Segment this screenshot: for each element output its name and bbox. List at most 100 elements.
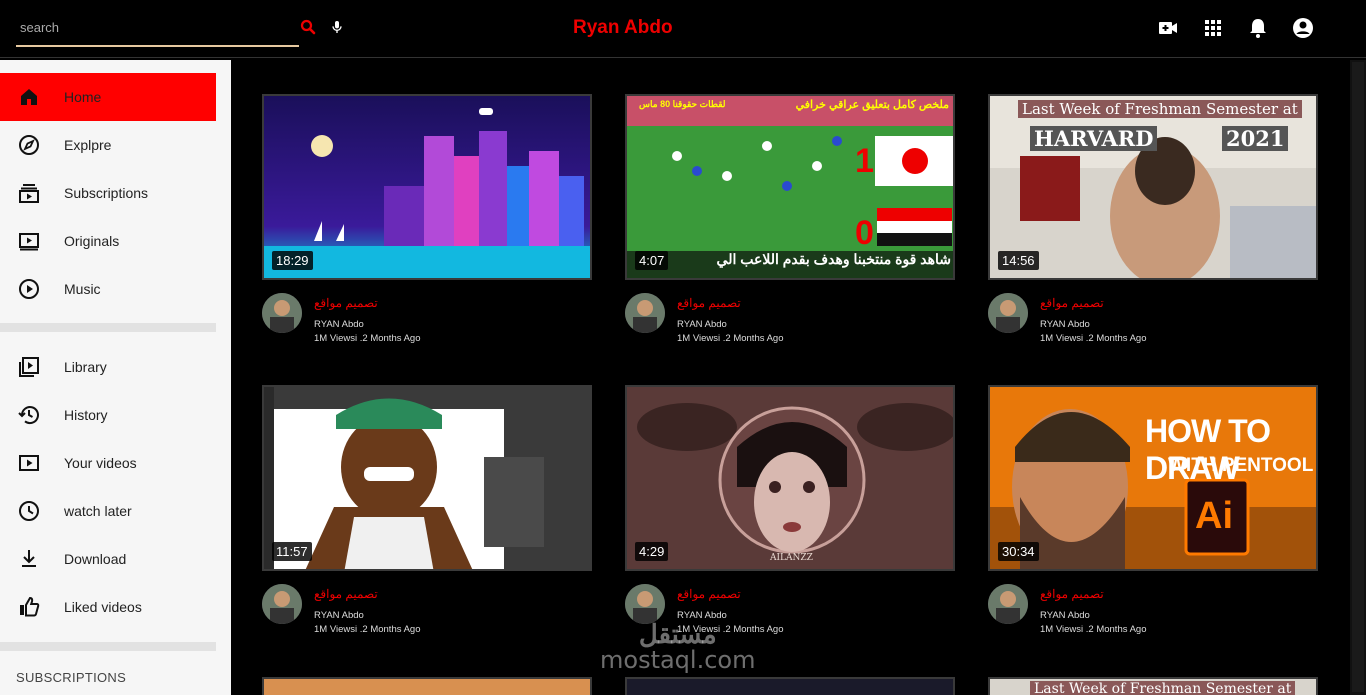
sidebar-divider (0, 642, 216, 651)
sidebar-item-your-videos[interactable]: Your videos (0, 439, 216, 487)
watermark-arabic: مستقل (638, 619, 717, 649)
thumb-caption-line1: Last Week of Freshman Semester at (1018, 100, 1302, 118)
channel-avatar[interactable] (262, 293, 302, 333)
video-card[interactable]: AILANZZ 4:29 تصميم مواقع RYAN Abdo 1M Vi… (625, 385, 955, 645)
video-card[interactable]: HOW TO DRAW WITH PENTOOL Ai 30:34 تصميم … (988, 385, 1318, 645)
video-thumbnail[interactable]: 11:57 (262, 385, 592, 571)
duration-badge: 4:29 (635, 542, 669, 561)
thumb-score-2: 0 (855, 214, 874, 252)
channel-avatar[interactable] (625, 293, 665, 333)
subscriptions-header: SUBSCRIPTIONS (16, 670, 127, 685)
channel-name[interactable]: RYAN Abdo (1040, 319, 1090, 330)
search-box (16, 10, 299, 47)
apps-grid-icon[interactable] (1201, 16, 1225, 40)
sidebar-item-label: Explpre (64, 137, 112, 153)
video-card[interactable]: Last Week of Freshman Semester at HARVAR… (988, 94, 1318, 354)
thumb-caption-top2: لقطات حقوقنا 80 ماس (639, 99, 726, 109)
video-thumbnail-partial[interactable]: Last Week of Freshman Semester at (988, 677, 1318, 695)
top-bar: Ryan Abdo (0, 0, 1366, 58)
thumb-score-1: 1 (855, 142, 874, 180)
download-icon (17, 547, 41, 571)
video-stats: 1M Viewsi .2 Months Ago (677, 333, 784, 344)
video-title[interactable]: تصميم مواقع (677, 587, 741, 601)
channel-avatar[interactable] (988, 584, 1028, 624)
video-title[interactable]: تصميم مواقع (314, 587, 378, 601)
sidebar-item-label: Your videos (64, 455, 137, 471)
sidebar-item-download[interactable]: Download (0, 535, 216, 583)
thumbs-up-icon (17, 595, 41, 619)
video-thumbnail[interactable]: HOW TO DRAW WITH PENTOOL Ai 30:34 (988, 385, 1318, 571)
account-icon[interactable] (1291, 16, 1315, 40)
video-title[interactable]: تصميم مواقع (314, 296, 378, 310)
sidebar-item-watch-later[interactable]: watch later (0, 487, 216, 535)
bell-icon[interactable] (1246, 16, 1270, 40)
search-input[interactable] (16, 10, 299, 45)
music-icon (17, 277, 41, 301)
video-thumbnail-partial[interactable] (262, 677, 592, 695)
channel-name[interactable]: RYAN Abdo (1040, 610, 1090, 621)
sidebar-item-label: Library (64, 359, 107, 375)
channel-name[interactable]: RYAN Abdo (314, 319, 364, 330)
video-thumbnail[interactable]: 18:29 (262, 94, 592, 280)
compass-icon (17, 133, 41, 157)
sidebar-divider (0, 323, 216, 332)
thumb-caption-line2: WITH PENTOOL (1168, 455, 1314, 476)
channel-avatar[interactable] (262, 584, 302, 624)
video-thumbnail[interactable]: AILANZZ 4:29 (625, 385, 955, 571)
watermark: مستقل mostaql.com (600, 620, 755, 672)
sidebar-item-history[interactable]: History (0, 391, 216, 439)
scrollbar-thumb[interactable] (1352, 62, 1364, 692)
watermark-latin: mostaql.com (600, 646, 756, 674)
sidebar-item-explore[interactable]: Explpre (0, 121, 216, 169)
duration-badge: 18:29 (272, 251, 313, 270)
channel-avatar[interactable] (625, 584, 665, 624)
search-icon[interactable] (299, 18, 317, 36)
channel-avatar[interactable] (988, 293, 1028, 333)
thumb-caption-top: ملخص كامل بتعليق عراقي خرافي (795, 99, 949, 111)
thumb-ai-badge: Ai (1195, 495, 1233, 537)
video-title[interactable]: تصميم مواقع (1040, 296, 1104, 310)
duration-badge: 4:07 (635, 251, 669, 270)
sidebar-item-label: Originals (64, 233, 120, 249)
video-stats: 1M Viewsi .2 Months Ago (1040, 624, 1147, 635)
video-card[interactable]: ملخص كامل بتعليق عراقي خرافي لقطات حقوقن… (625, 94, 955, 354)
video-card[interactable]: 18:29 تصميم مواقع RYAN Abdo 1M Viewsi .2… (262, 94, 592, 354)
sidebar-item-music[interactable]: Music (0, 265, 216, 313)
thumb-caption-line1: Last Week of Freshman Semester at (1030, 681, 1296, 695)
duration-badge: 30:34 (998, 542, 1039, 561)
thumb-caption-line3: 2021 (1222, 126, 1289, 151)
your-videos-icon (17, 451, 41, 475)
video-camera-icon[interactable] (1156, 16, 1180, 40)
sidebar: Home Explpre Subscriptions Originals Mus… (0, 60, 231, 695)
duration-badge: 14:56 (998, 251, 1039, 270)
video-title[interactable]: تصميم مواقع (1040, 587, 1104, 601)
video-stats: 1M Viewsi .2 Months Ago (314, 624, 421, 635)
video-thumbnail[interactable]: Last Week of Freshman Semester at HARVAR… (988, 94, 1318, 280)
channel-name[interactable]: RYAN Abdo (314, 610, 364, 621)
sidebar-item-library[interactable]: Library (0, 343, 216, 391)
sidebar-item-label: Download (64, 551, 127, 567)
video-thumbnail[interactable]: ملخص كامل بتعليق عراقي خرافي لقطات حقوقن… (625, 94, 955, 280)
thumb-caption-line2: HARVARD (1030, 126, 1158, 151)
video-thumbnail-partial[interactable] (625, 677, 955, 695)
brand-title[interactable]: Ryan Abdo (573, 17, 673, 39)
sidebar-item-label: Subscriptions (64, 185, 149, 201)
sidebar-item-label: Home (64, 89, 102, 105)
video-stats: 1M Viewsi .2 Months Ago (314, 333, 421, 344)
video-card[interactable]: 11:57 تصميم مواقع RYAN Abdo 1M Viewsi .2… (262, 385, 592, 645)
thumb-caption-bottom: شاهد قوة منتخبنا وهدف بقدم اللاعب الي (716, 251, 951, 267)
sidebar-item-label: History (64, 407, 108, 423)
sidebar-item-home[interactable]: Home (0, 73, 216, 121)
sidebar-item-label: watch later (64, 503, 132, 519)
mic-icon[interactable] (329, 18, 345, 36)
sidebar-item-originals[interactable]: Originals (0, 217, 216, 265)
sidebar-item-subscriptions[interactable]: Subscriptions (0, 169, 216, 217)
video-title[interactable]: تصميم مواقع (677, 296, 741, 310)
originals-icon (17, 229, 41, 253)
home-icon (17, 85, 41, 109)
channel-name[interactable]: RYAN Abdo (677, 319, 727, 330)
sidebar-item-label: Music (64, 281, 101, 297)
sidebar-item-liked-videos[interactable]: Liked videos (0, 583, 216, 631)
history-icon (17, 403, 41, 427)
clock-icon (17, 499, 41, 523)
